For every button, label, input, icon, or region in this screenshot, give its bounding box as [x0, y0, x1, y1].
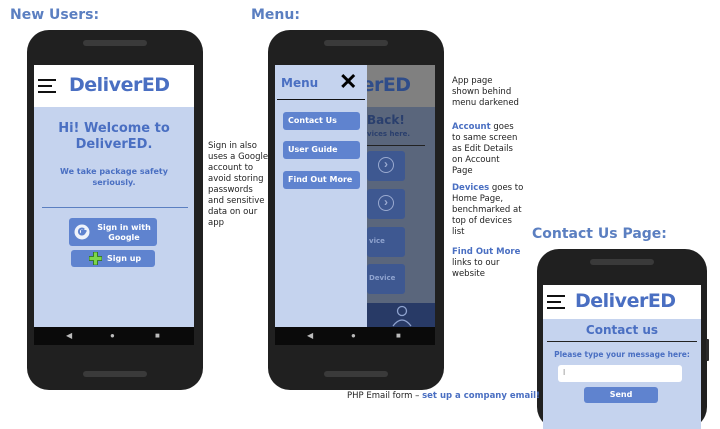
arrow-circle-icon: ›	[378, 195, 394, 211]
phone-new-users: DeliverED Hi! Welcome to DeliverED. We t…	[27, 30, 203, 390]
close-menu-icon[interactable]: ✕	[339, 70, 357, 94]
screen-menu: DeliverED Back! vices here. › › vice Dev…	[275, 65, 435, 345]
google-button-label: Google	[108, 233, 140, 242]
welcome-line: Hi! Welcome to	[58, 121, 170, 136]
tagline-line: seriously.	[92, 178, 136, 187]
background-device-card: ›	[367, 189, 405, 219]
background-card-label: Device	[369, 274, 396, 282]
android-nav-bar: ◀ ● ■	[275, 327, 435, 345]
menu-item-contact-us[interactable]: Contact Us	[283, 112, 360, 130]
google-button-label: Sign in with	[97, 223, 151, 232]
tagline: We take package safety seriously.	[34, 166, 194, 188]
note-keyword: Find Out More	[452, 247, 521, 257]
background-device-card: vice	[367, 227, 405, 257]
welcome-heading: Hi! Welcome to DeliverED.	[34, 121, 194, 153]
hamburger-menu-icon[interactable]	[38, 79, 56, 93]
message-input[interactable]: I	[558, 365, 682, 382]
tagline-line: We take package safety	[60, 167, 168, 176]
note-keyword: Devices	[452, 183, 490, 193]
app-header: DeliverED	[34, 65, 194, 107]
contact-title: Contact us	[585, 323, 659, 337]
background-back-text: Back!	[367, 113, 405, 127]
heading-new-users: New Users:	[10, 7, 100, 23]
menu-item-user-guide[interactable]: User Guide	[283, 141, 360, 159]
note-account: Account goes to same screen as Edit Deta…	[452, 122, 518, 176]
send-button[interactable]: Send	[584, 387, 658, 403]
screen-contact: DeliverED Contact us Please type your me…	[543, 285, 701, 429]
arrow-circle-icon: ›	[378, 157, 394, 173]
note-google-signin: Sign in also uses a Google account to av…	[208, 141, 269, 228]
app-header: DeliverED	[543, 285, 701, 319]
app-logo: DeliverED	[575, 290, 676, 312]
user-profile-icon	[392, 305, 412, 327]
nav-recent-icon[interactable]: ■	[396, 331, 401, 341]
background-bottom-bar	[367, 303, 435, 327]
menu-title: Menu	[281, 76, 319, 90]
menu-drawer: Menu ✕ Contact Us User Guide Find Out Mo…	[275, 65, 367, 327]
phone-menu: DeliverED Back! vices here. › › vice Dev…	[268, 30, 444, 390]
phone-speaker	[324, 371, 388, 377]
note-darkened: App page shown behind menu darkened	[452, 76, 519, 108]
menu-item-find-out-more[interactable]: Find Out More	[283, 171, 360, 189]
note-php-email: PHP Email form – set up a company email!	[347, 391, 540, 401]
phone-speaker	[324, 40, 388, 46]
background-device-card: ›	[367, 151, 405, 181]
hamburger-menu-icon[interactable]	[547, 295, 565, 309]
note-devices: Devices goes to Home Page, benchmarked a…	[452, 183, 524, 237]
phone-speaker	[83, 40, 147, 46]
input-cursor-text: I	[563, 368, 566, 377]
welcome-line: DeliverED.	[75, 137, 153, 152]
heading-menu: Menu:	[251, 7, 300, 23]
section-divider	[42, 207, 188, 208]
google-icon	[74, 224, 90, 240]
note-find-out-more: Find Out More links to our website	[452, 247, 521, 279]
nav-home-icon[interactable]: ●	[110, 331, 115, 341]
note-php-link: set up a company email!	[422, 391, 540, 401]
background-device-card: Device	[367, 264, 405, 294]
background-devices-text: vices here.	[367, 130, 411, 138]
message-prompt: Please type your message here:	[554, 350, 690, 359]
nav-back-icon[interactable]: ◀	[66, 331, 72, 341]
heading-contact-page: Contact Us Page:	[532, 226, 667, 242]
screen-new-users: DeliverED Hi! Welcome to DeliverED. We t…	[34, 65, 194, 345]
plus-icon	[89, 252, 102, 265]
background-divider	[367, 145, 425, 146]
phone-speaker	[590, 259, 654, 265]
app-logo: DeliverED	[69, 74, 170, 96]
phone-side-button	[706, 339, 709, 361]
nav-recent-icon[interactable]: ■	[155, 331, 160, 341]
nav-back-icon[interactable]: ◀	[307, 331, 313, 341]
nav-home-icon[interactable]: ●	[351, 331, 356, 341]
sign-up-label: Sign up	[107, 254, 142, 263]
phone-speaker	[83, 371, 147, 377]
contact-divider	[547, 341, 697, 342]
sign-up-button[interactable]: Sign up	[71, 250, 155, 267]
sign-in-with-google-button[interactable]: Sign in with Google	[69, 218, 157, 246]
android-nav-bar: ◀ ● ■	[34, 327, 194, 345]
note-keyword: Account	[452, 122, 491, 132]
background-card-label: vice	[369, 237, 385, 245]
phone-contact: DeliverED Contact us Please type your me…	[537, 249, 709, 429]
menu-divider	[277, 99, 365, 100]
